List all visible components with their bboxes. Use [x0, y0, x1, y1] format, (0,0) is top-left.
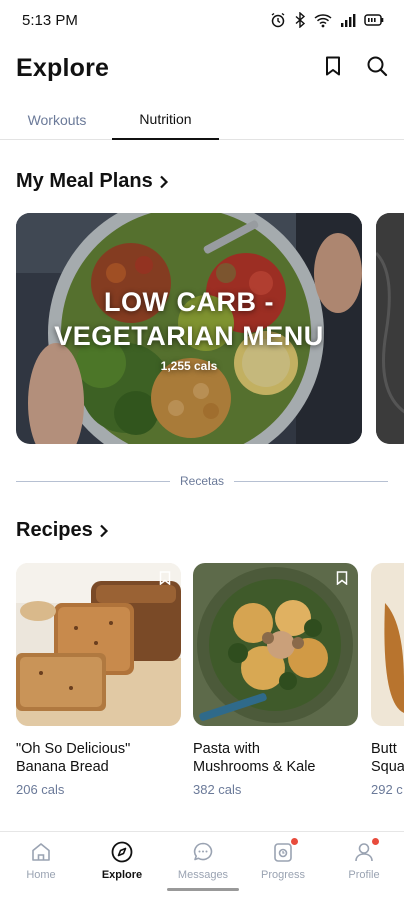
search-icon	[367, 56, 388, 76]
recipe-name-line2: Banana Bread	[16, 759, 109, 775]
home-icon	[29, 840, 53, 864]
divider-line-right	[234, 480, 388, 482]
nav-label: Messages	[177, 869, 229, 881]
header-actions	[322, 55, 388, 82]
recipe-cals: 382 cals	[193, 782, 242, 797]
recipe-image	[16, 563, 181, 726]
recipe-name-line2: Mushrooms & Kale	[193, 759, 316, 775]
status-time: 5:13 PM	[22, 11, 78, 29]
status-icons	[270, 12, 384, 28]
recipe-cals: 292 c	[371, 782, 403, 797]
divider-line-left	[16, 480, 170, 482]
tab-bar: Workouts Nutrition	[0, 100, 404, 140]
recipe-name: Pasta with Mushrooms & Kale	[193, 740, 358, 776]
recipe-cals: 206 cals	[16, 782, 65, 797]
chevron-right-icon	[99, 524, 108, 537]
notification-badge	[372, 838, 379, 845]
tab-nutrition[interactable]: Nutrition	[112, 100, 219, 140]
meal-plan-cals: 1,255 cals	[160, 358, 218, 373]
wifi-icon	[314, 14, 332, 28]
recipe-name: "Oh So Delicious" Banana Bread	[16, 740, 181, 776]
bluetooth-icon	[295, 12, 306, 28]
recipe-image	[371, 563, 404, 726]
recipe-image	[193, 563, 358, 726]
recipe-card-pasta[interactable]: Pasta with Mushrooms & Kale 382 cals	[193, 563, 358, 797]
recipe-name-line1: Pasta with	[193, 741, 260, 757]
profile-icon	[352, 838, 379, 864]
recipe-name: Butt Squa	[371, 740, 404, 776]
page-title: Explore	[16, 53, 110, 82]
divider-label: Recetas	[179, 474, 225, 488]
recipe-card-banana-bread[interactable]: "Oh So Delicious" Banana Bread 206 cals	[16, 563, 181, 797]
nav-explore[interactable]: Explore	[82, 840, 162, 881]
recipe-name-line1: "Oh So Delicious"	[16, 741, 131, 757]
banana-bread-image	[16, 563, 181, 726]
compass-icon	[110, 840, 134, 864]
nav-home[interactable]: Home	[1, 840, 81, 881]
alarm-icon	[271, 12, 285, 28]
progress-icon	[271, 838, 298, 864]
recipe-card-partial[interactable]: Butt Squa 292 c	[371, 563, 404, 797]
meal-plan-next-image	[376, 213, 404, 444]
nav-label: Profile	[348, 869, 380, 881]
meal-plan-name-line2: VEGETARIAN MENU	[54, 320, 324, 351]
message-icon	[191, 840, 215, 864]
nav-progress[interactable]: Progress	[243, 838, 323, 881]
recipes-heading[interactable]: Recipes	[16, 519, 109, 542]
bookmark-icon	[326, 56, 340, 75]
chevron-right-icon	[159, 175, 168, 188]
meal-plan-overlay: LOW CARB - VEGETARIAN MENU 1,255 cals	[16, 213, 362, 444]
home-indicator[interactable]	[167, 888, 239, 891]
bookmark-outline-icon[interactable]	[336, 571, 348, 585]
meal-plans-title: My Meal Plans	[16, 170, 153, 192]
nav-messages[interactable]: Messages	[163, 840, 243, 881]
meal-plan-card-next[interactable]	[376, 213, 404, 444]
meal-plans-heading[interactable]: My Meal Plans	[16, 170, 169, 193]
recipe-name-line2: Squa	[371, 759, 404, 775]
battery-icon	[364, 14, 384, 26]
bookmark-outline-icon[interactable]	[159, 571, 171, 585]
status-bar: 5:13 PM	[0, 0, 404, 40]
tab-workouts[interactable]: Workouts	[12, 100, 102, 140]
search-button[interactable]	[366, 55, 388, 82]
nav-label: Explore	[101, 869, 143, 881]
signal-icon	[341, 14, 356, 27]
meal-plan-card[interactable]: LOW CARB - VEGETARIAN MENU 1,255 cals	[16, 213, 362, 444]
nav-label: Progress	[260, 869, 306, 881]
notification-badge	[291, 838, 298, 845]
nav-label: Home	[26, 869, 56, 881]
partial-recipe-image	[371, 563, 404, 726]
recetas-divider: Recetas	[16, 471, 388, 491]
meal-plan-name-line1: LOW CARB -	[104, 286, 274, 317]
recipes-title: Recipes	[16, 519, 93, 541]
header: Explore	[16, 48, 388, 88]
pasta-image	[193, 563, 358, 726]
recipe-name-line1: Butt	[371, 741, 397, 757]
nav-profile[interactable]: Profile	[324, 838, 404, 881]
bookmark-button[interactable]	[322, 55, 344, 82]
